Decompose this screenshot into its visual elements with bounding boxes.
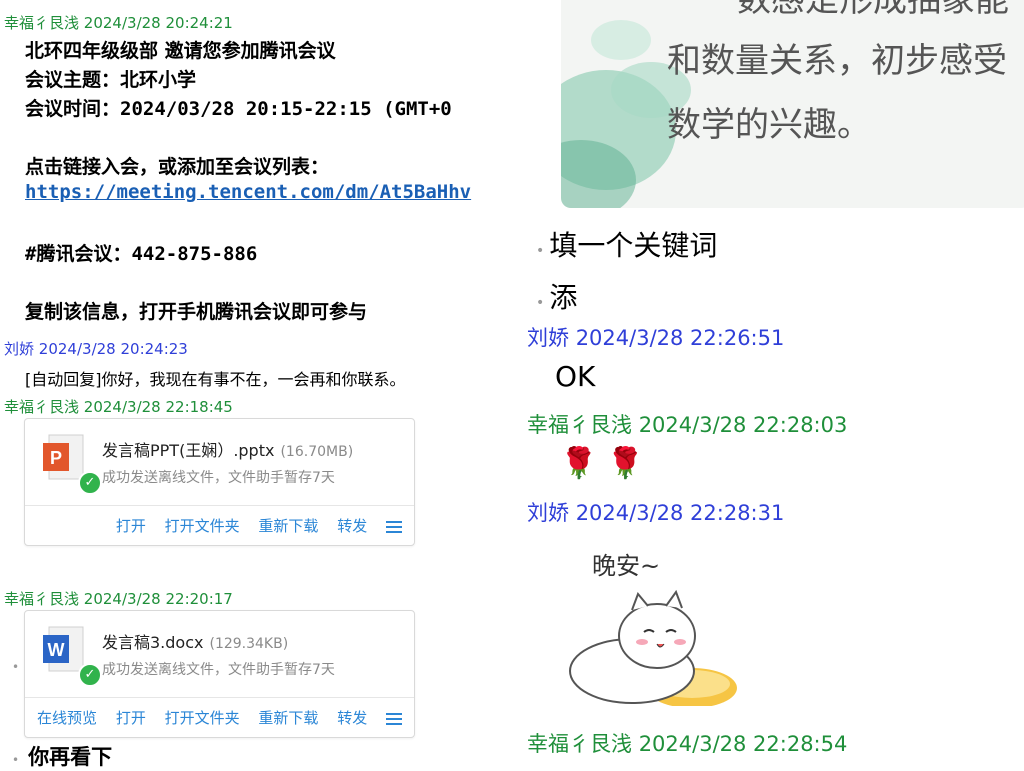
invite-copy-hint: 复制该信息，打开手机腾讯会议即可参与 <box>25 301 368 323</box>
image-text-line-1: 数感是形成抽象能 <box>737 0 1009 20</box>
file-card-docx[interactable]: W ✓ 发言稿3.docx (129.34KB) 成功发送离线文件，文件助手暂存7… <box>24 610 415 738</box>
sender-name[interactable]: 幸福彳艮浅 <box>4 14 79 32</box>
list-item: • 添 <box>536 276 577 316</box>
file-name[interactable]: 发言稿3.docx <box>102 633 203 652</box>
message-header: 刘娇 2024/3/28 20:24:23 <box>4 338 188 359</box>
sleeping-cat-icon <box>569 589 737 706</box>
timestamp: 2024/3/28 22:28:31 <box>575 501 785 525</box>
goodnight-sticker[interactable]: 晚安~ <box>562 536 738 706</box>
divider <box>25 697 414 698</box>
svg-text:P: P <box>50 448 62 468</box>
svg-text:W: W <box>48 640 65 660</box>
message-header: 幸福彳艮浅 2024/3/28 20:24:21 <box>4 12 233 33</box>
file-card-pptx[interactable]: P ✓ 发言稿PPT(王娴）.pptx (16.70MB) 成功发送离线文件，文件… <box>24 418 415 546</box>
sender-name[interactable]: 幸福彳艮浅 <box>527 413 632 437</box>
open-button[interactable]: 打开 <box>116 709 146 727</box>
docx-file-icon: W ✓ <box>43 625 102 687</box>
message-header: 幸福彳艮浅 2024/3/28 22:18:45 <box>4 396 233 417</box>
message-text-row: • 你再看下 <box>12 741 112 771</box>
sent-check-icon: ✓ <box>78 471 102 495</box>
timestamp: 2024/3/28 22:28:54 <box>638 732 848 756</box>
invite-title: 北环四年级级部 邀请您参加腾讯会议 <box>25 40 336 62</box>
file-actions: 在线预览 打开 打开文件夹 重新下载 转发 <box>23 707 402 728</box>
bullet: • <box>12 660 20 674</box>
sender-name[interactable]: 刘娇 <box>527 501 569 525</box>
more-menu-icon[interactable] <box>386 518 402 536</box>
sender-name[interactable]: 幸福彳艮浅 <box>4 590 79 608</box>
message-header: 刘娇 2024/3/28 22:28:31 <box>527 497 784 527</box>
timestamp: 2024/3/28 22:28:03 <box>638 413 848 437</box>
redownload-button[interactable]: 重新下载 <box>258 709 318 727</box>
shared-image[interactable]: 数感是形成抽象能 和数量关系，初步感受 数学的兴趣。 <box>561 0 1024 208</box>
sent-check-icon: ✓ <box>78 663 102 687</box>
list-item-text: 填一个关键词 <box>549 229 718 262</box>
file-status: 成功发送离线文件，文件助手暂存7天 <box>102 662 335 678</box>
timestamp: 2024/3/28 22:20:17 <box>83 590 233 608</box>
sender-name[interactable]: 幸福彳艮浅 <box>4 398 79 416</box>
timestamp: 2024/3/28 22:18:45 <box>83 398 233 416</box>
list-item-text: 添 <box>549 281 578 314</box>
auto-reply-text: [自动回复]你好，我现在有事不在，一会再和你联系。 <box>25 370 406 389</box>
image-text-line-3: 数学的兴趣。 <box>667 105 871 145</box>
rose-emoji-icon: 🌹 🌹 <box>560 446 645 481</box>
sender-name[interactable]: 幸福彳艮浅 <box>527 732 632 756</box>
message-header: 刘娇 2024/3/28 22:26:51 <box>527 322 784 352</box>
list-item: • 填一个关键词 <box>536 224 717 264</box>
message-header: 幸福彳艮浅 2024/3/28 22:28:03 <box>527 409 847 439</box>
online-preview-button[interactable]: 在线预览 <box>37 709 97 727</box>
message-header: 幸福彳艮浅 2024/3/28 22:28:54 <box>527 728 847 758</box>
image-text-line-2: 和数量关系，初步感受 <box>667 41 1007 81</box>
meeting-id: #腾讯会议：442-875-886 <box>25 243 258 265</box>
open-button[interactable]: 打开 <box>116 517 146 535</box>
open-folder-button[interactable]: 打开文件夹 <box>165 709 240 727</box>
bullet: • <box>536 295 545 311</box>
file-name[interactable]: 发言稿PPT(王娴）.pptx <box>102 441 274 460</box>
file-actions: 打开 打开文件夹 重新下载 转发 <box>102 515 402 536</box>
invite-topic: 会议主题：北环小学 <box>25 69 197 91</box>
file-size: (129.34KB) <box>209 636 289 652</box>
file-status: 成功发送离线文件，文件助手暂存7天 <box>102 470 335 486</box>
open-folder-button[interactable]: 打开文件夹 <box>165 517 240 535</box>
message-text: OK <box>555 360 596 393</box>
timestamp: 2024/3/28 20:24:21 <box>83 14 233 32</box>
message-text: 你再看下 <box>28 745 113 769</box>
redownload-button[interactable]: 重新下载 <box>258 517 318 535</box>
message-header: 幸福彳艮浅 2024/3/28 22:20:17 <box>4 588 233 609</box>
more-menu-icon[interactable] <box>386 710 402 728</box>
pptx-file-icon: P ✓ <box>43 433 102 495</box>
timestamp: 2024/3/28 22:26:51 <box>575 326 785 350</box>
bullet: • <box>536 243 545 259</box>
forward-button[interactable]: 转发 <box>337 517 367 535</box>
timestamp: 2024/3/28 20:24:23 <box>38 340 188 358</box>
sender-name[interactable]: 刘娇 <box>527 326 569 350</box>
file-size: (16.70MB) <box>280 444 354 460</box>
divider <box>25 505 414 506</box>
invite-join-hint: 点击链接入会，或添加至会议列表： <box>25 156 330 178</box>
meeting-invite-message: 北环四年级级部 邀请您参加腾讯会议 会议主题：北环小学 会议时间：2024/03… <box>25 36 513 326</box>
meeting-link[interactable]: https://meeting.tencent.com/dm/At5BaHhv <box>25 181 513 210</box>
forward-button[interactable]: 转发 <box>337 709 367 727</box>
bullet: • <box>12 753 20 767</box>
invite-time: 会议时间：2024/03/28 20:15-22:15 (GMT+0 <box>25 98 452 120</box>
sender-name[interactable]: 刘娇 <box>4 340 34 358</box>
